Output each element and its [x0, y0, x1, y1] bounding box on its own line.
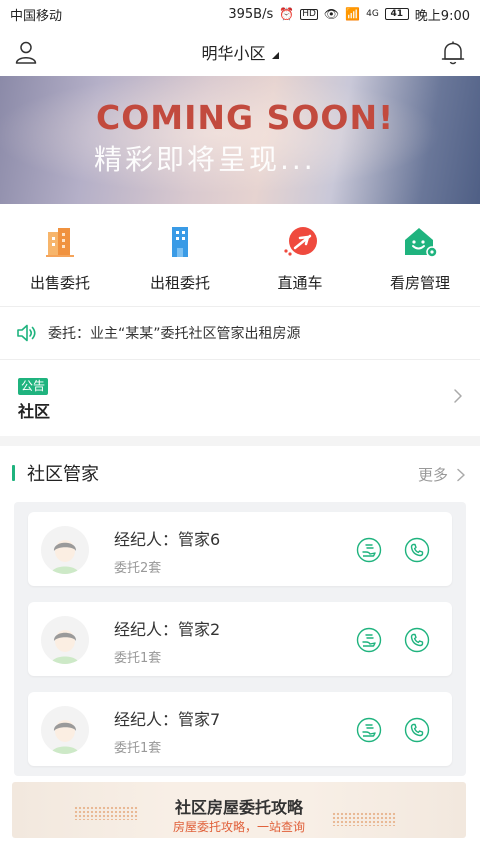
eye-icon: 👁: [323, 7, 340, 21]
quick-entry-sale[interactable]: 出售委托: [0, 204, 120, 306]
promo-banner[interactable]: COMING SOON! 精彩即将呈现...: [0, 76, 480, 204]
avatar: [41, 706, 89, 754]
entrust-hand-icon[interactable]: [356, 717, 382, 743]
quick-entry-viewing[interactable]: 看房管理: [360, 204, 480, 306]
agent-name: 经纪人：管家7: [114, 710, 221, 729]
guide-banner[interactable]: 社区房屋委托攻略 房屋委托攻略，一站查询: [12, 782, 466, 838]
top-header: 明华小区: [0, 28, 480, 76]
quick-entry-label: 看房管理: [389, 274, 450, 292]
quick-entry-rent[interactable]: 出租委托: [120, 204, 240, 306]
bell-icon[interactable]: [440, 40, 466, 66]
phone-icon[interactable]: [404, 537, 430, 563]
notice-text: 委托：业主“某某”委托社区管家出租房源: [48, 326, 301, 342]
agent-entrust-count: 委托2套: [114, 561, 162, 576]
community-selector[interactable]: 明华小区: [201, 40, 279, 64]
more-label: 更多: [417, 466, 448, 484]
wifi-icon: 📶: [345, 7, 361, 21]
network-type: 4G: [366, 8, 379, 19]
speaker-icon: [17, 324, 36, 342]
agent-list: 经纪人：管家6 委托2套 经纪人：管家2 委托1套 经纪人：管家7 委托1套: [14, 502, 466, 776]
hd-icon: HD: [300, 8, 318, 20]
building-rent-icon: [172, 227, 188, 257]
section-accent-bar: [12, 465, 15, 481]
dropdown-corner-icon: [271, 51, 279, 59]
section-gap: [0, 436, 480, 446]
announcement-badge: 公告: [18, 378, 49, 395]
carrier: 中国移动: [10, 8, 63, 24]
announcement-title: 社区: [18, 402, 51, 421]
network-speed: 395B/s: [228, 6, 274, 22]
agent-card[interactable]: 经纪人：管家2 委托1套: [28, 602, 452, 676]
agent-entrust-count: 委托1套: [114, 741, 162, 756]
clock: 晚上9:00: [414, 8, 470, 24]
building-sale-icon: [46, 228, 74, 257]
notice-bar[interactable]: 委托：业主“某某”委托社区管家出租房源: [0, 307, 480, 359]
agent-name: 经纪人：管家6: [114, 530, 221, 549]
page-title: 明华小区: [201, 44, 266, 63]
phone-icon[interactable]: [404, 717, 430, 743]
agent-name: 经纪人：管家2: [114, 620, 221, 639]
banner-headline: COMING SOON!: [96, 98, 395, 137]
guide-title: 社区房屋委托攻略: [174, 798, 303, 817]
phone-icon[interactable]: [404, 627, 430, 653]
avatar: [41, 526, 89, 574]
quick-entry-express[interactable]: 直通车: [240, 204, 360, 306]
agent-entrust-count: 委托1套: [114, 651, 162, 666]
status-indicators: 395B/s ⏰ HD 👁 📶 4G 41 晚上9:00: [228, 5, 470, 24]
quick-entry-label: 直通车: [277, 274, 323, 292]
quick-entries: 出售委托 出租委托 直通车 看房管理: [0, 204, 480, 306]
battery-level: 41: [390, 9, 404, 19]
alarm-icon: ⏰: [279, 7, 295, 21]
more-link[interactable]: 更多: [418, 464, 466, 485]
user-icon[interactable]: [14, 40, 38, 64]
banner-subline: 精彩即将呈现...: [94, 143, 316, 176]
plane-icon: [284, 227, 317, 256]
section-title: 社区管家: [27, 464, 99, 485]
guide-subtitle: 房屋委托攻略，一站查询: [172, 820, 305, 834]
agent-card[interactable]: 经纪人：管家6 委托2套: [28, 512, 452, 586]
avatar: [41, 616, 89, 664]
agent-card[interactable]: 经纪人：管家7 委托1套: [28, 692, 452, 766]
section-header: 社区管家 更多: [0, 446, 480, 502]
announcement-row[interactable]: 公告 社区: [0, 360, 480, 436]
entrust-hand-icon[interactable]: [356, 537, 382, 563]
chevron-right-icon: [454, 389, 462, 403]
quick-entry-label: 出售委托: [29, 274, 90, 292]
status-bar: 中国移动 395B/s ⏰ HD 👁 📶 4G 41 晚上9:00: [0, 0, 480, 28]
battery-icon: 41: [384, 8, 409, 20]
chevron-right-icon: [457, 468, 465, 481]
house-gear-icon: [405, 228, 438, 258]
quick-entry-label: 出租委托: [149, 274, 210, 292]
entrust-hand-icon[interactable]: [356, 627, 382, 653]
